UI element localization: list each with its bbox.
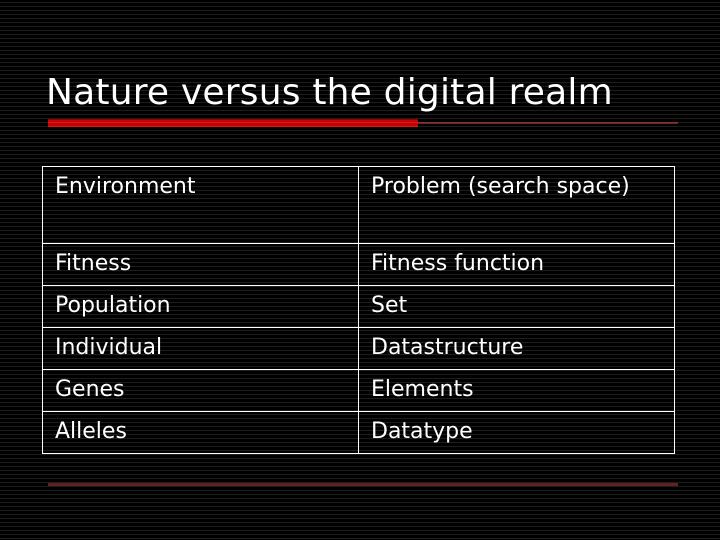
- table-cell-digital: Fitness function: [358, 243, 675, 286]
- table-cell-nature: Fitness: [42, 243, 359, 286]
- table-cell-nature: Individual: [42, 327, 359, 370]
- table-header-problem: Problem (search space): [358, 166, 675, 244]
- title-underline-accent-bar: [48, 119, 418, 127]
- table-cell-digital: Datastructure: [358, 327, 675, 370]
- presentation-slide: Nature versus the digital realm Environm…: [0, 0, 720, 540]
- table-cell-digital: Set: [358, 285, 675, 328]
- table-row: Individual Datastructure: [42, 327, 675, 370]
- nature-to-digital-mapping-table: Environment Problem (search space) Fitne…: [42, 166, 675, 454]
- table-cell-nature: Genes: [42, 369, 359, 412]
- slide-title: Nature versus the digital realm: [46, 72, 613, 113]
- footer-accent-rule: [48, 483, 678, 486]
- table-cell-digital: Elements: [358, 369, 675, 412]
- table-row: Population Set: [42, 285, 675, 328]
- table-cell-nature: Population: [42, 285, 359, 328]
- table-row: Genes Elements: [42, 369, 675, 412]
- table-header-environment: Environment: [42, 166, 359, 244]
- table-cell-nature: Alleles: [42, 411, 359, 454]
- table-row: Alleles Datatype: [42, 411, 675, 454]
- table-row: Fitness Fitness function: [42, 243, 675, 286]
- table-cell-digital: Datatype: [358, 411, 675, 454]
- table-header-row: Environment Problem (search space): [42, 166, 675, 244]
